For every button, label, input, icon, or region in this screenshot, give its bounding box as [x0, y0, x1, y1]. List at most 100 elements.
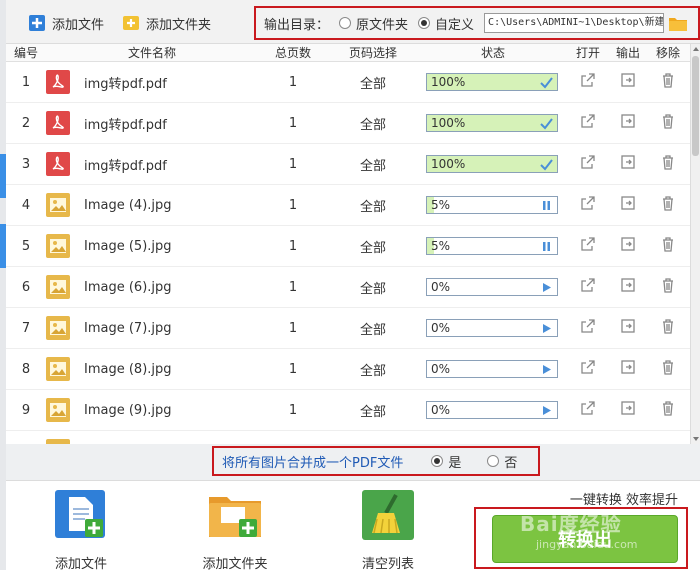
scrollbar-thumb[interactable] [692, 56, 699, 156]
output-folder-icon[interactable] [620, 154, 636, 170]
trash-icon[interactable] [660, 154, 676, 170]
pdf-file-icon [46, 70, 70, 94]
merge-yes-radio[interactable]: 是 [431, 452, 461, 471]
play-icon[interactable] [540, 363, 553, 376]
output-folder-icon[interactable] [620, 195, 636, 211]
remove-cell [648, 236, 688, 256]
trash-icon[interactable] [660, 195, 676, 211]
page-count: 1 [288, 238, 298, 254]
table-row[interactable]: 9 Image (9).jpg 1 全部 0% [6, 390, 690, 431]
page-select[interactable]: 全部 [328, 155, 418, 174]
progress-percent: 5% [431, 239, 451, 253]
trash-icon[interactable] [660, 277, 676, 293]
progress-bar: 100% [426, 114, 558, 132]
output-cell [608, 236, 648, 256]
table-row[interactable]: 8 Image (8).jpg 1 全部 0% [6, 349, 690, 390]
play-icon[interactable] [540, 404, 553, 417]
add-file-big-icon [55, 490, 105, 538]
output-cell [608, 318, 648, 338]
page-count: 1 [288, 402, 298, 418]
remove-cell [648, 277, 688, 297]
status-cell: 0% [418, 278, 568, 296]
table-row-partial [6, 431, 690, 444]
progress-percent: 5% [431, 198, 451, 212]
output-folder-icon[interactable] [620, 277, 636, 293]
trash-icon[interactable] [660, 236, 676, 252]
radio-custom-folder[interactable]: 自定义 [418, 14, 474, 33]
scroll-down-icon[interactable] [692, 434, 700, 444]
merge-bar: 将所有图片合并成一个PDF文件 是 否 [6, 444, 700, 480]
clear-list-label: 清空列表 [361, 557, 414, 570]
output-cell [608, 154, 648, 174]
open-external-icon[interactable] [580, 277, 596, 293]
trash-icon[interactable] [660, 72, 676, 88]
row-number: 9 [21, 402, 31, 418]
file-name-cell: Image (5).jpg [46, 234, 258, 258]
radio-original-label: 原文件夹 [356, 17, 409, 33]
radio-original-folder[interactable]: 原文件夹 [339, 14, 408, 33]
open-external-icon[interactable] [580, 400, 596, 416]
trash-icon[interactable] [660, 400, 676, 416]
header-open: 打开 [575, 46, 600, 60]
status-cell: 100% [418, 155, 568, 173]
trash-icon[interactable] [660, 113, 676, 129]
table-row[interactable]: 5 Image (5).jpg 1 全部 5% [6, 226, 690, 267]
table-row[interactable]: 2 img转pdf.pdf 1 全部 100% [6, 103, 690, 144]
table-row[interactable]: 7 Image (7).jpg 1 全部 0% [6, 308, 690, 349]
open-external-icon[interactable] [580, 318, 596, 334]
play-icon[interactable] [540, 322, 553, 335]
play-icon[interactable] [540, 281, 553, 294]
output-folder-icon[interactable] [620, 236, 636, 252]
browse-folder-icon[interactable] [668, 14, 688, 32]
output-folder-icon[interactable] [620, 318, 636, 334]
trash-icon[interactable] [660, 318, 676, 334]
progress-bar: 100% [426, 155, 558, 173]
page-select[interactable]: 全部 [328, 196, 418, 215]
clear-list-button[interactable]: 清空列表 [343, 489, 433, 570]
page-count: 1 [288, 74, 298, 90]
open-external-icon[interactable] [580, 236, 596, 252]
trash-icon[interactable] [660, 359, 676, 375]
output-path-input[interactable]: C:\Users\ADMINI~1\Desktop\新建文 [484, 13, 665, 33]
output-cell [608, 400, 648, 420]
merge-label: 将所有图片合并成一个PDF文件 [222, 455, 404, 471]
page-select[interactable]: 全部 [328, 401, 418, 420]
table-header: 编号 文件名称 总页数 页码选择 状态 打开 输出 移除 [6, 44, 690, 62]
bottom-add-folder-button[interactable]: 添加文件夹 [190, 489, 280, 570]
page-count: 1 [288, 197, 298, 213]
page-select[interactable]: 全部 [328, 319, 418, 338]
output-folder-icon[interactable] [620, 113, 636, 129]
file-name: Image (7).jpg [84, 320, 172, 336]
scroll-up-icon[interactable] [692, 44, 700, 54]
table-row[interactable]: 1 img转pdf.pdf 1 全部 100% [6, 62, 690, 103]
row-number: 3 [21, 156, 31, 172]
add-folder-button[interactable]: 添加文件夹 [122, 12, 211, 34]
vertical-scrollbar[interactable] [690, 44, 700, 444]
output-folder-icon[interactable] [620, 72, 636, 88]
page-select[interactable]: 全部 [328, 360, 418, 379]
status-cell: 100% [418, 114, 568, 132]
merge-no-radio[interactable]: 否 [487, 452, 517, 471]
table-row[interactable]: 6 Image (6).jpg 1 全部 0% [6, 267, 690, 308]
page-select[interactable]: 全部 [328, 237, 418, 256]
open-external-icon[interactable] [580, 72, 596, 88]
table-row[interactable]: 3 img转pdf.pdf 1 全部 100% [6, 144, 690, 185]
add-file-button[interactable]: 添加文件 [28, 12, 104, 34]
output-folder-icon[interactable] [620, 359, 636, 375]
pause-icon[interactable] [540, 199, 553, 212]
radio-selected-icon [431, 455, 444, 467]
open-external-icon[interactable] [580, 359, 596, 375]
page-select[interactable]: 全部 [328, 114, 418, 133]
page-select[interactable]: 全部 [328, 278, 418, 297]
output-label: 输出目录： [264, 17, 330, 33]
open-external-icon[interactable] [580, 154, 596, 170]
open-external-icon[interactable] [580, 113, 596, 129]
add-folder-big-icon [209, 497, 261, 537]
bottom-add-file-button[interactable]: 添加文件 [36, 489, 126, 570]
open-external-icon[interactable] [580, 195, 596, 211]
table-row[interactable]: 4 Image (4).jpg 1 全部 5% [6, 185, 690, 226]
page-select[interactable]: 全部 [328, 73, 418, 92]
output-folder-icon[interactable] [620, 400, 636, 416]
page-count: 1 [288, 115, 298, 131]
pause-icon[interactable] [540, 240, 553, 253]
